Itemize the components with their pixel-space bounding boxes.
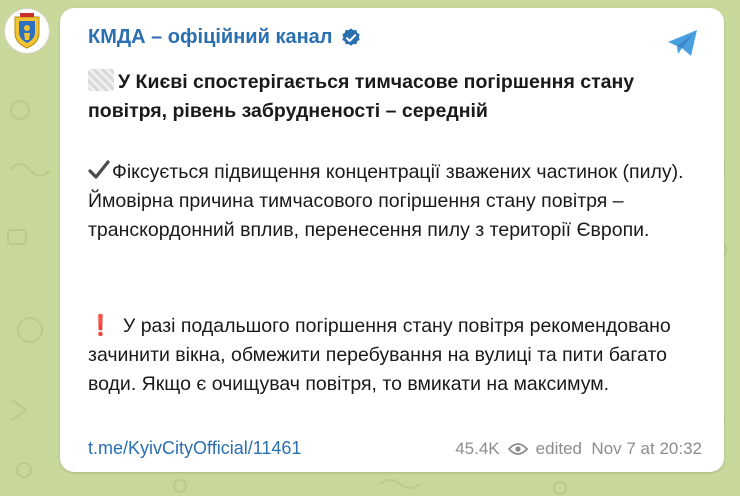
message-card: КМДА – офіційний канал У Києві спостеріг…	[60, 8, 724, 472]
message-header: КМДА – офіційний канал	[88, 26, 362, 49]
telegram-share-icon[interactable]	[666, 28, 700, 58]
view-count: 45.4K	[455, 438, 500, 458]
kyiv-coat-of-arms-icon	[14, 13, 40, 49]
exclamation-icon: ❗	[88, 315, 113, 337]
post-link[interactable]: t.me/KyivCityOfficial/11461	[88, 438, 301, 459]
channel-name[interactable]: КМДА – офіційний канал	[88, 26, 332, 49]
eye-icon	[507, 442, 528, 455]
message-paragraph-2: У разі подальшого погіршення стану повіт…	[88, 315, 671, 395]
blurred-emoji-icon	[88, 69, 114, 91]
message-paragraph-1: Фіксується підвищення концентрації зваже…	[88, 161, 684, 241]
details-paragraph: Фіксується підвищення концентрації зваже…	[88, 158, 698, 245]
recommendation-paragraph: ❗ У разі подальшого погіршення стану пові…	[88, 312, 698, 399]
message-footer: t.me/KyivCityOfficial/11461 45.4K edited…	[88, 438, 702, 459]
verified-badge-icon	[342, 27, 361, 46]
message-meta: 45.4K edited Nov 7 at 20:32	[455, 439, 702, 459]
edited-timestamp: edited Nov 7 at 20:32	[535, 438, 702, 458]
check-mark-icon	[88, 160, 110, 179]
message-headline: У Києві спостерігається тимчасове погірш…	[88, 71, 635, 122]
channel-avatar[interactable]	[4, 8, 50, 54]
headline-paragraph: У Києві спостерігається тимчасове погірш…	[88, 68, 698, 126]
